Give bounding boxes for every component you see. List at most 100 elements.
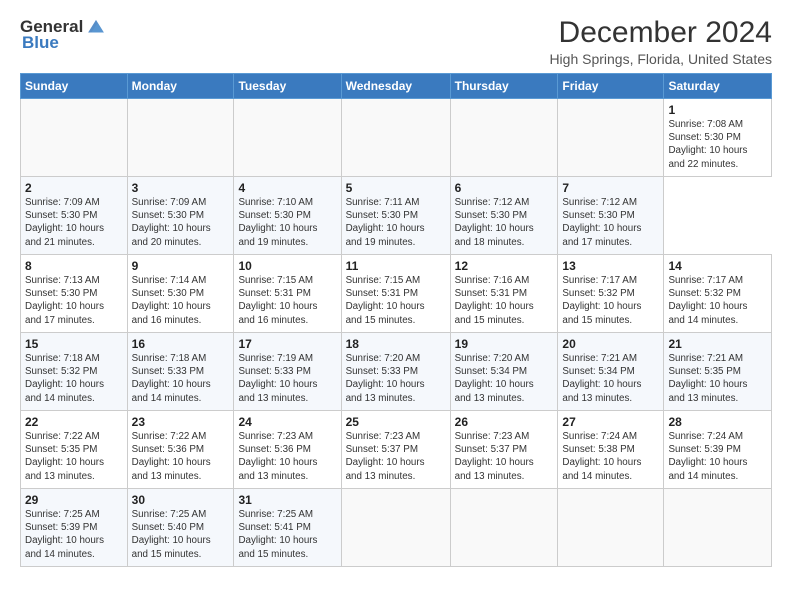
day-info: Sunrise: 7:23 AMSunset: 5:36 PMDaylight:…: [238, 431, 317, 482]
day-number: 11: [346, 259, 446, 273]
calendar-cell: 27Sunrise: 7:24 AMSunset: 5:38 PMDayligh…: [558, 411, 664, 489]
day-number: 12: [455, 259, 554, 273]
calendar-cell: 2 Sunrise: 7:09 AMSunset: 5:30 PMDaylight…: [21, 177, 128, 255]
calendar-cell: 20Sunrise: 7:21 AMSunset: 5:34 PMDayligh…: [558, 333, 664, 411]
calendar-cell: [234, 99, 341, 177]
day-number: 10: [238, 259, 336, 273]
calendar-header-monday: Monday: [127, 74, 234, 99]
calendar-week-3: 8 Sunrise: 7:13 AMSunset: 5:30 PMDaylight…: [21, 255, 772, 333]
day-number: 16: [132, 337, 230, 351]
logo: General Blue: [20, 16, 107, 53]
day-info: Sunrise: 7:25 AMSunset: 5:39 PMDaylight:…: [25, 509, 104, 560]
calendar-cell: 24Sunrise: 7:23 AMSunset: 5:36 PMDayligh…: [234, 411, 341, 489]
day-number: 1: [668, 103, 767, 117]
day-number: 7: [562, 181, 659, 195]
calendar-header-thursday: Thursday: [450, 74, 558, 99]
calendar-cell: [21, 99, 128, 177]
day-info: Sunrise: 7:19 AMSunset: 5:33 PMDaylight:…: [238, 353, 317, 404]
day-info: Sunrise: 7:20 AMSunset: 5:33 PMDaylight:…: [346, 353, 425, 404]
calendar-week-2: 2 Sunrise: 7:09 AMSunset: 5:30 PMDaylight…: [21, 177, 772, 255]
calendar-cell: [341, 489, 450, 567]
calendar-cell: 16 Sunrise: 7:18 AMSunset: 5:33 PMDayligh…: [127, 333, 234, 411]
day-info: Sunrise: 7:17 AMSunset: 5:32 PMDaylight:…: [668, 275, 747, 326]
day-info: Sunrise: 7:25 AMSunset: 5:41 PMDaylight:…: [238, 509, 317, 560]
calendar-cell: 8 Sunrise: 7:13 AMSunset: 5:30 PMDaylight…: [21, 255, 128, 333]
day-info: Sunrise: 7:17 AMSunset: 5:32 PMDaylight:…: [562, 275, 641, 326]
calendar-cell: 12Sunrise: 7:16 AMSunset: 5:31 PMDayligh…: [450, 255, 558, 333]
calendar-week-1: 1 Sunrise: 7:08 AMSunset: 5:30 PMDaylight…: [21, 99, 772, 177]
day-number: 9: [132, 259, 230, 273]
calendar-cell: [341, 99, 450, 177]
calendar-cell: 21 Sunrise: 7:21 AMSunset: 5:35 PMDayligh…: [664, 333, 772, 411]
calendar-cell: 19Sunrise: 7:20 AMSunset: 5:34 PMDayligh…: [450, 333, 558, 411]
calendar-cell: 23 Sunrise: 7:22 AMSunset: 5:36 PMDayligh…: [127, 411, 234, 489]
day-info: Sunrise: 7:09 AMSunset: 5:30 PMDaylight:…: [25, 197, 104, 248]
calendar-cell: [558, 99, 664, 177]
calendar-cell: 14 Sunrise: 7:17 AMSunset: 5:32 PMDayligh…: [664, 255, 772, 333]
logo-blue-text: Blue: [22, 34, 59, 53]
calendar-cell: 25Sunrise: 7:23 AMSunset: 5:37 PMDayligh…: [341, 411, 450, 489]
calendar-header-tuesday: Tuesday: [234, 74, 341, 99]
title-block: December 2024 High Springs, Florida, Uni…: [549, 16, 772, 67]
calendar-cell: 1 Sunrise: 7:08 AMSunset: 5:30 PMDaylight…: [664, 99, 772, 177]
calendar-cell: 28Sunrise: 7:24 AMSunset: 5:39 PMDayligh…: [664, 411, 772, 489]
calendar-header-row: SundayMondayTuesdayWednesdayThursdayFrid…: [21, 74, 772, 99]
day-number: 19: [455, 337, 554, 351]
day-number: 31: [238, 493, 336, 507]
day-info: Sunrise: 7:18 AMSunset: 5:33 PMDaylight:…: [132, 353, 211, 404]
calendar-header-saturday: Saturday: [664, 74, 772, 99]
day-number: 28: [668, 415, 767, 429]
subtitle: High Springs, Florida, United States: [549, 51, 772, 67]
day-info: Sunrise: 7:15 AMSunset: 5:31 PMDaylight:…: [238, 275, 317, 326]
calendar-week-5: 22Sunrise: 7:22 AMSunset: 5:35 PMDayligh…: [21, 411, 772, 489]
calendar-cell: 15 Sunrise: 7:18 AMSunset: 5:32 PMDayligh…: [21, 333, 128, 411]
day-info: Sunrise: 7:24 AMSunset: 5:38 PMDaylight:…: [562, 431, 641, 482]
calendar-cell: 13Sunrise: 7:17 AMSunset: 5:32 PMDayligh…: [558, 255, 664, 333]
day-number: 2: [25, 181, 123, 195]
page: General Blue December 2024 High Springs,…: [0, 0, 792, 612]
day-info: Sunrise: 7:11 AMSunset: 5:30 PMDaylight:…: [346, 197, 425, 248]
day-number: 8: [25, 259, 123, 273]
calendar-cell: [127, 99, 234, 177]
day-number: 26: [455, 415, 554, 429]
day-number: 4: [238, 181, 336, 195]
calendar-cell: 30 Sunrise: 7:25 AMSunset: 5:40 PMDayligh…: [127, 489, 234, 567]
calendar-table: SundayMondayTuesdayWednesdayThursdayFrid…: [20, 73, 772, 567]
day-number: 21: [668, 337, 767, 351]
day-number: 15: [25, 337, 123, 351]
day-info: Sunrise: 7:10 AMSunset: 5:30 PMDaylight:…: [238, 197, 317, 248]
day-info: Sunrise: 7:23 AMSunset: 5:37 PMDaylight:…: [346, 431, 425, 482]
day-info: Sunrise: 7:18 AMSunset: 5:32 PMDaylight:…: [25, 353, 104, 404]
calendar-cell: [558, 489, 664, 567]
calendar-cell: 7 Sunrise: 7:12 AMSunset: 5:30 PMDaylight…: [558, 177, 664, 255]
calendar-cell: [664, 489, 772, 567]
day-number: 23: [132, 415, 230, 429]
day-info: Sunrise: 7:22 AMSunset: 5:35 PMDaylight:…: [25, 431, 104, 482]
day-info: Sunrise: 7:21 AMSunset: 5:35 PMDaylight:…: [668, 353, 747, 404]
day-number: 14: [668, 259, 767, 273]
day-number: 30: [132, 493, 230, 507]
day-info: Sunrise: 7:23 AMSunset: 5:37 PMDaylight:…: [455, 431, 534, 482]
calendar-cell: 3 Sunrise: 7:09 AMSunset: 5:30 PMDaylight…: [127, 177, 234, 255]
day-info: Sunrise: 7:22 AMSunset: 5:36 PMDaylight:…: [132, 431, 211, 482]
day-number: 17: [238, 337, 336, 351]
day-number: 3: [132, 181, 230, 195]
day-info: Sunrise: 7:15 AMSunset: 5:31 PMDaylight:…: [346, 275, 425, 326]
calendar-cell: 11 Sunrise: 7:15 AMSunset: 5:31 PMDayligh…: [341, 255, 450, 333]
calendar-cell: 18Sunrise: 7:20 AMSunset: 5:33 PMDayligh…: [341, 333, 450, 411]
calendar-header-sunday: Sunday: [21, 74, 128, 99]
calendar-header-friday: Friday: [558, 74, 664, 99]
day-info: Sunrise: 7:08 AMSunset: 5:30 PMDaylight:…: [668, 119, 747, 170]
day-info: Sunrise: 7:12 AMSunset: 5:30 PMDaylight:…: [562, 197, 641, 248]
calendar-cell: 10 Sunrise: 7:15 AMSunset: 5:31 PMDayligh…: [234, 255, 341, 333]
calendar-cell: [450, 489, 558, 567]
day-info: Sunrise: 7:13 AMSunset: 5:30 PMDaylight:…: [25, 275, 104, 326]
calendar-cell: 6 Sunrise: 7:12 AMSunset: 5:30 PMDaylight…: [450, 177, 558, 255]
day-number: 6: [455, 181, 554, 195]
day-info: Sunrise: 7:09 AMSunset: 5:30 PMDaylight:…: [132, 197, 211, 248]
day-info: Sunrise: 7:25 AMSunset: 5:40 PMDaylight:…: [132, 509, 211, 560]
calendar-cell: 9Sunrise: 7:14 AMSunset: 5:30 PMDaylight…: [127, 255, 234, 333]
calendar-cell: 17 Sunrise: 7:19 AMSunset: 5:33 PMDayligh…: [234, 333, 341, 411]
header: General Blue December 2024 High Springs,…: [20, 16, 772, 67]
day-info: Sunrise: 7:12 AMSunset: 5:30 PMDaylight:…: [455, 197, 534, 248]
